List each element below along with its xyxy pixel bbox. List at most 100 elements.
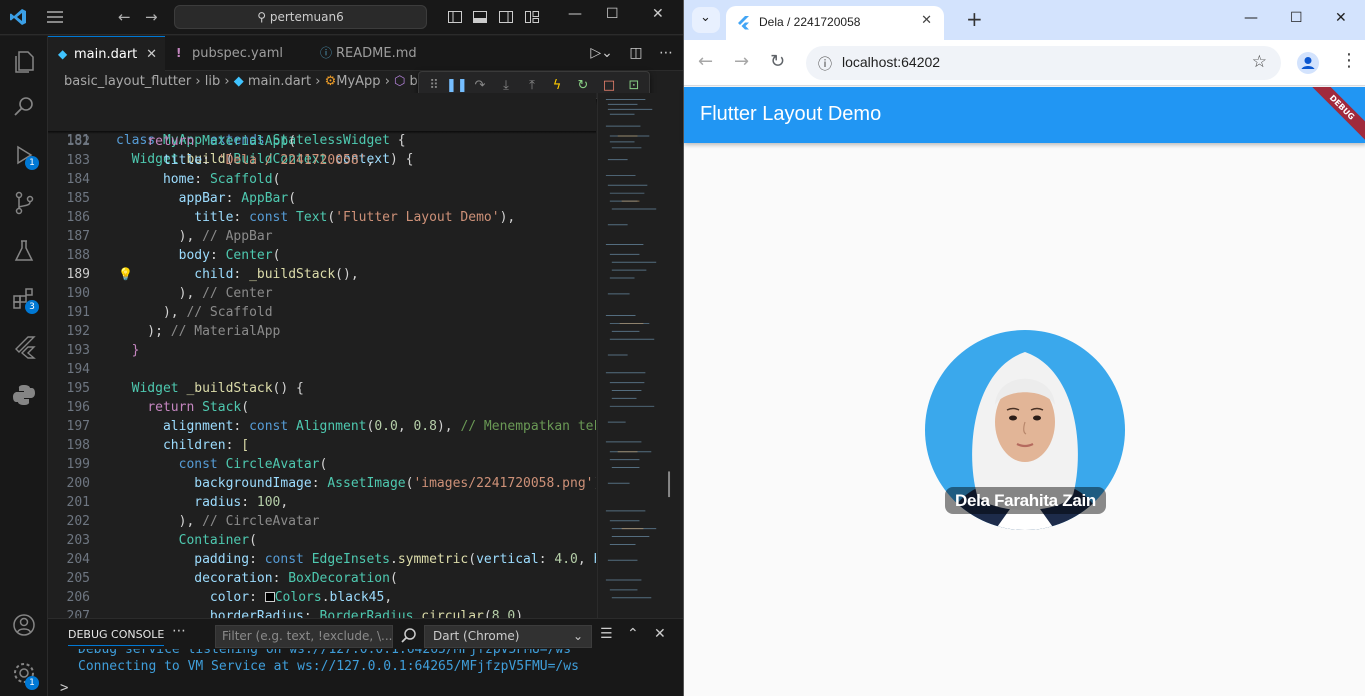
minimap[interactable] [597, 93, 672, 618]
reload-icon[interactable]: ↻ [770, 52, 785, 72]
code-editor[interactable]: 177 class MyApp extends StatelessWidget … [48, 93, 596, 618]
code-line[interactable]: 204 padding: const EdgeInsets.symmetric(… [48, 550, 596, 569]
search-icon[interactable] [11, 94, 37, 120]
accounts-icon[interactable] [11, 612, 37, 638]
line-number: 182 [66, 134, 90, 149]
code-line[interactable]: 200 backgroundImage: AssetImage('images/… [48, 474, 596, 493]
code-line[interactable]: 201 radius: 100, [48, 493, 596, 512]
close-panel-icon[interactable]: ✕ [654, 626, 666, 642]
clear-console-icon[interactable]: ☰ [600, 626, 613, 642]
maximize-panel-icon[interactable]: ⌃ [627, 626, 639, 642]
breadcrumb-class[interactable]: MyApp [336, 74, 380, 89]
code-line[interactable]: 188 body: Center( [48, 246, 596, 265]
new-tab-icon[interactable]: + [966, 8, 983, 30]
code-line[interactable]: 195 Widget _buildStack() { [48, 379, 596, 398]
tab-readme-md[interactable]: ⓘ README.md [310, 36, 440, 71]
site-info-icon[interactable]: ⓘ [818, 54, 832, 74]
debug-session-select[interactable]: Dart (Chrome) ⌄ [424, 625, 592, 648]
address-bar[interactable]: ⓘ localhost:64202 ☆ [806, 46, 1281, 80]
code-line-current[interactable]: 189 💡 child: _buildStack(), [48, 265, 596, 284]
code-line[interactable]: 199 const CircleAvatar( [48, 455, 596, 474]
customize-layout-icon[interactable] [524, 9, 540, 25]
toggle-secondary-sidebar-icon[interactable] [498, 9, 514, 25]
explorer-icon[interactable] [11, 48, 37, 74]
line-number: 205 [66, 571, 90, 586]
line-number: 183 [66, 153, 90, 168]
source-control-icon[interactable] [11, 190, 37, 216]
breadcrumb-folder[interactable]: basic_layout_flutter [64, 74, 191, 89]
sticky-line[interactable]: 177 class MyApp extends StatelessWidget … [48, 93, 596, 148]
code-line[interactable]: 202 ), // CircleAvatar [48, 512, 596, 531]
line-number: 203 [66, 533, 90, 548]
tab-search-button[interactable]: ⌄ [692, 7, 720, 33]
run-debug-dropdown-icon[interactable]: ▷⌄ [590, 45, 613, 61]
code-line[interactable]: 194 [48, 360, 596, 379]
bookmark-star-icon[interactable]: ☆ [1252, 52, 1267, 72]
code-text: } [131, 343, 140, 358]
class-symbol-icon: ⚙ [324, 74, 337, 89]
code-line[interactable]: 184 home: Scaffold( [48, 170, 596, 189]
code-line[interactable]: 197 alignment: const Alignment(0.0, 0.8)… [48, 417, 596, 436]
panel-title-debug-console[interactable]: DEBUG CONSOLE [68, 628, 165, 646]
breadcrumb-lib[interactable]: lib [205, 74, 220, 89]
code-text: ), // AppBar [116, 229, 273, 244]
close-window-icon[interactable]: ✕ [652, 6, 664, 22]
sticky-line[interactable]: 181 Widget build(BuildContext context) { [48, 112, 596, 167]
toggle-panel-icon[interactable] [472, 9, 488, 25]
minimize-icon[interactable]: — [568, 6, 582, 22]
forward-arrow-icon[interactable]: → [145, 8, 158, 26]
code-line[interactable]: 182 return MaterialApp( [48, 132, 596, 151]
code-line[interactable]: 190 ), // Center [48, 284, 596, 303]
close-tab-icon[interactable]: ✕ [921, 13, 932, 28]
code-line[interactable]: 205 decoration: BoxDecoration( [48, 569, 596, 588]
console-filter-input[interactable]: Filter (e.g. text, !exclude, \... [215, 625, 393, 648]
tab-main-dart[interactable]: ◆ main.dart ✕ [48, 36, 165, 71]
editor-scrollbar[interactable] [672, 93, 683, 618]
back-arrow-icon[interactable]: ← [118, 8, 131, 26]
breadcrumb-file[interactable]: main.dart [248, 74, 311, 89]
code-line[interactable]: 198 children: [ [48, 436, 596, 455]
command-center-label: pertemuan6 [269, 10, 344, 24]
chrome-menu-icon[interactable]: ⋮ [1340, 50, 1358, 71]
browser-tab[interactable]: Dela / 2241720058 ✕ [726, 6, 944, 40]
code-text: title: const Text('Flutter Layout Demo')… [194, 210, 516, 225]
line-number: 200 [66, 476, 90, 491]
filter-icon[interactable] [400, 627, 418, 645]
code-line[interactable]: 203 Container( [48, 531, 596, 550]
code-line[interactable]: 196 return Stack( [48, 398, 596, 417]
code-line[interactable]: 183 title: 'Dela / 2241720058', [48, 151, 596, 170]
testing-flask-icon[interactable] [11, 238, 37, 264]
code-line[interactable]: 193 } [48, 341, 596, 360]
command-center[interactable]: ⚲ pertemuan6 [174, 5, 427, 29]
forward-arrow-icon[interactable]: → [734, 52, 749, 72]
toggle-sidebar-icon[interactable] [447, 9, 463, 25]
console-input-prompt[interactable]: > [60, 680, 68, 696]
more-actions-icon[interactable]: ⋯ [659, 45, 673, 61]
maximize-icon[interactable]: ☐ [606, 6, 619, 22]
tab-pubspec-yaml[interactable]: ! pubspec.yaml [166, 36, 302, 71]
line-number: 204 [66, 552, 90, 567]
close-tab-icon[interactable]: ✕ [146, 37, 157, 72]
code-line[interactable]: 185 appBar: AppBar( [48, 189, 596, 208]
color-swatch[interactable] [264, 592, 275, 602]
code-line[interactable]: 207 borderRadius: BorderRadius.circular(… [48, 607, 596, 618]
code-line[interactable]: 192 ); // MaterialApp [48, 322, 596, 341]
flutter-icon[interactable] [11, 334, 37, 360]
split-editor-icon[interactable]: ◫ [629, 45, 642, 61]
python-icon[interactable] [11, 382, 37, 408]
code-line[interactable]: 186 title: const Text('Flutter Layout De… [48, 208, 596, 227]
code-text: ), // Scaffold [116, 305, 273, 320]
code-line[interactable]: 187 ), // AppBar [48, 227, 596, 246]
code-line[interactable]: 191 ), // Scaffold [48, 303, 596, 322]
menu-icon[interactable] [46, 9, 64, 25]
line-number: 201 [66, 495, 90, 510]
back-arrow-icon[interactable]: ← [698, 52, 713, 72]
more-actions-icon[interactable]: ⋯ [172, 623, 186, 639]
close-window-icon[interactable]: ✕ [1335, 10, 1347, 26]
code-text: radius: 100, [194, 495, 289, 510]
maximize-icon[interactable]: ☐ [1290, 10, 1303, 26]
profile-avatar-icon[interactable] [1297, 52, 1319, 74]
minimize-icon[interactable]: — [1244, 10, 1258, 26]
code-line[interactable]: 206 color: Colors.black45, [48, 588, 596, 607]
code-text: const CircleAvatar( [178, 457, 328, 472]
